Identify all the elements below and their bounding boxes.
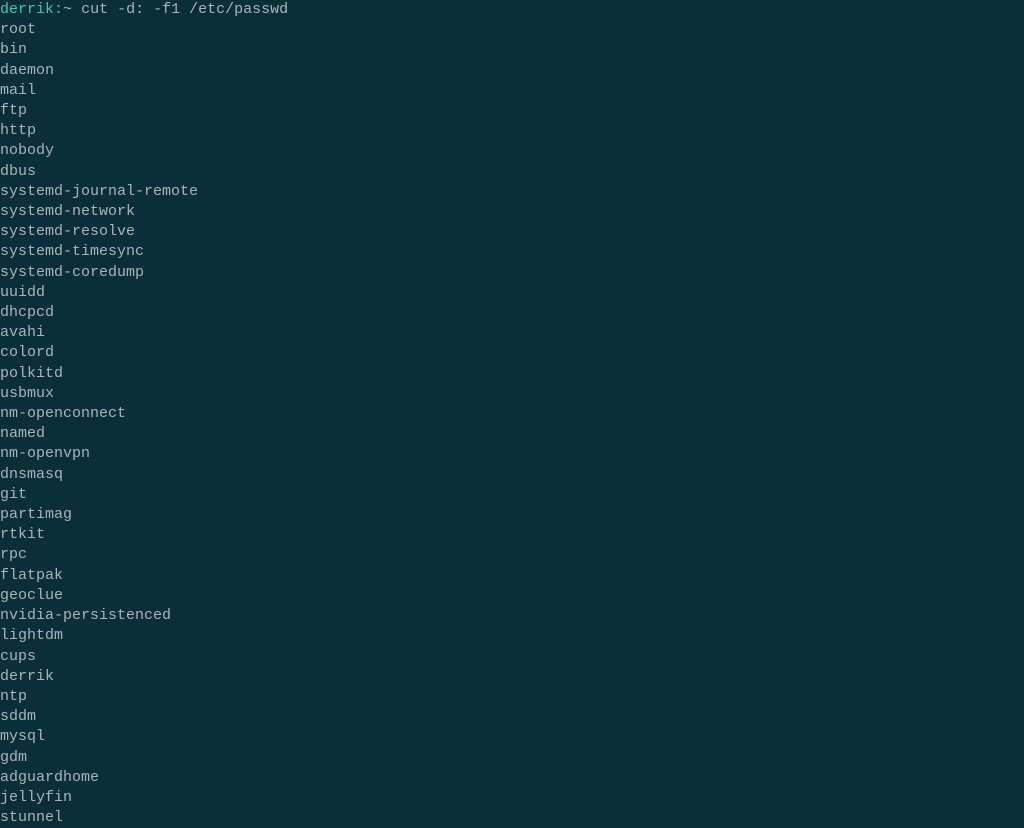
output-line: flatpak <box>0 566 1024 586</box>
output-line: adguardhome <box>0 768 1024 788</box>
output-line: cups <box>0 647 1024 667</box>
prompt-line: derrik:~ cut -d: -f1 /etc/passwd <box>0 0 1024 20</box>
output-line: bin <box>0 40 1024 60</box>
output-line: gdm <box>0 748 1024 768</box>
output-line: jellyfin <box>0 788 1024 808</box>
output-line: ftp <box>0 101 1024 121</box>
output-line: systemd-journal-remote <box>0 182 1024 202</box>
output-line: http <box>0 121 1024 141</box>
output-line: nvidia-persistenced <box>0 606 1024 626</box>
output-line: systemd-coredump <box>0 263 1024 283</box>
prompt-user: derrik <box>0 1 54 18</box>
output-line: colord <box>0 343 1024 363</box>
output-line: rtkit <box>0 525 1024 545</box>
output-line: systemd-resolve <box>0 222 1024 242</box>
output-line: named <box>0 424 1024 444</box>
output-line: dnsmasq <box>0 465 1024 485</box>
output-line: usbmux <box>0 384 1024 404</box>
output-line: geoclue <box>0 586 1024 606</box>
output-line: avahi <box>0 323 1024 343</box>
output-line: git <box>0 485 1024 505</box>
output-line: nobody <box>0 141 1024 161</box>
output-line: derrik <box>0 667 1024 687</box>
output-line: uuidd <box>0 283 1024 303</box>
output-line: systemd-timesync <box>0 242 1024 262</box>
output-line: lightdm <box>0 626 1024 646</box>
output-line: systemd-network <box>0 202 1024 222</box>
command-text: cut -d: -f1 /etc/passwd <box>81 1 288 18</box>
output-line: nm-openvpn <box>0 444 1024 464</box>
terminal[interactable]: derrik:~ cut -d: -f1 /etc/passwd rootbin… <box>0 0 1024 828</box>
output-container: rootbindaemonmailftphttpnobodydbussystem… <box>0 20 1024 828</box>
output-line: daemon <box>0 61 1024 81</box>
output-line: mysql <box>0 727 1024 747</box>
output-line: polkitd <box>0 364 1024 384</box>
command-text <box>72 1 81 18</box>
prompt-path: ~ <box>63 1 72 18</box>
prompt-sep: : <box>54 1 63 18</box>
output-line: sddm <box>0 707 1024 727</box>
output-line: nm-openconnect <box>0 404 1024 424</box>
output-line: root <box>0 20 1024 40</box>
output-line: ntp <box>0 687 1024 707</box>
output-line: stunnel <box>0 808 1024 828</box>
output-line: mail <box>0 81 1024 101</box>
output-line: rpc <box>0 545 1024 565</box>
output-line: partimag <box>0 505 1024 525</box>
output-line: dbus <box>0 162 1024 182</box>
output-line: dhcpcd <box>0 303 1024 323</box>
